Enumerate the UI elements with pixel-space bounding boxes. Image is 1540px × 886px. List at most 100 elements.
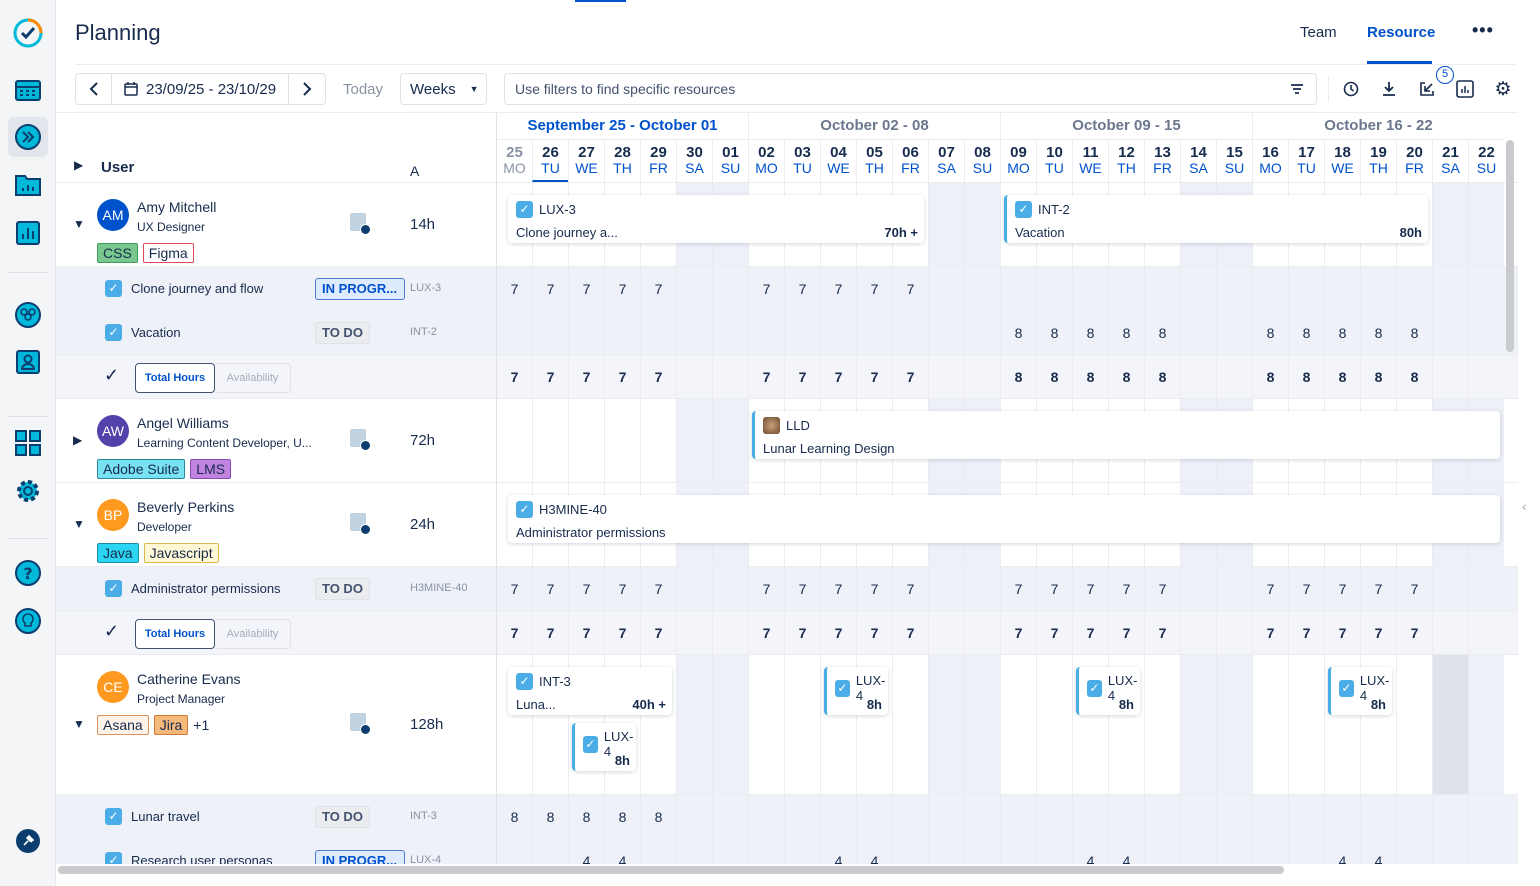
status-badge[interactable]: TO DO bbox=[315, 322, 370, 344]
task-bar[interactable]: ✓ H3MINE-40 Administrator permissions bbox=[508, 495, 1500, 543]
user-name[interactable]: Angel Williams bbox=[137, 415, 229, 431]
day-number: 01 bbox=[722, 144, 739, 161]
task-bar-hours: 8h bbox=[866, 697, 882, 712]
user-name[interactable]: Amy Mitchell bbox=[137, 199, 216, 215]
task-bar[interactable]: ✓ LUX-4 8h bbox=[1076, 667, 1140, 715]
day-cell bbox=[964, 311, 1000, 355]
task-bar[interactable]: ✓ INT-2 Vacation 80h bbox=[1004, 195, 1428, 243]
calendar-blocked-icon[interactable] bbox=[350, 429, 371, 451]
calendar-icon bbox=[124, 82, 138, 96]
availability-toggle[interactable]: Availability bbox=[215, 619, 291, 649]
more-skills[interactable]: +1 bbox=[193, 717, 209, 733]
report-button[interactable] bbox=[1452, 76, 1478, 102]
day-name: TU bbox=[1297, 160, 1316, 176]
calendar-blocked-icon[interactable] bbox=[350, 213, 371, 235]
day-cell bbox=[892, 311, 928, 355]
day-cell bbox=[676, 267, 712, 311]
horizontal-scrollbar[interactable] bbox=[58, 866, 1284, 874]
user-name[interactable]: Catherine Evans bbox=[137, 671, 241, 687]
divider bbox=[8, 538, 48, 539]
day-cell bbox=[1216, 795, 1252, 839]
availability-toggle[interactable]: Availability bbox=[215, 363, 291, 393]
task-title[interactable]: Lunar travel bbox=[131, 809, 200, 824]
day-header: 09 MO bbox=[1000, 139, 1036, 182]
tab-team[interactable]: Team bbox=[1300, 24, 1337, 41]
day-cell bbox=[1180, 839, 1216, 864]
day-cell: 7 bbox=[1252, 567, 1288, 611]
collapse-panel-icon[interactable]: ‹ bbox=[1522, 498, 1527, 514]
day-cell: 7 bbox=[1108, 567, 1144, 611]
history-button[interactable] bbox=[1338, 76, 1364, 102]
status-badge[interactable]: IN PROGR... bbox=[315, 278, 405, 300]
filter-input[interactable]: Use filters to find specific resources bbox=[504, 73, 1317, 105]
day-cell bbox=[640, 311, 676, 355]
import-button[interactable] bbox=[1414, 76, 1440, 102]
day-cell bbox=[1288, 655, 1324, 795]
calendar-blocked-icon[interactable] bbox=[350, 513, 371, 535]
task-checkbox[interactable]: ✓ bbox=[105, 580, 122, 597]
more-horizontal-icon[interactable]: ••• bbox=[1472, 20, 1494, 41]
task-bar[interactable]: ✓ LUX-4 8h bbox=[1328, 667, 1392, 715]
download-button[interactable] bbox=[1376, 76, 1402, 102]
total-hours-toggle[interactable]: Total Hours bbox=[135, 363, 215, 393]
task-bar[interactable]: LLD Lunar Learning Design bbox=[752, 411, 1500, 459]
task-title[interactable]: Research user personas bbox=[131, 853, 273, 864]
today-button[interactable]: Today bbox=[336, 73, 390, 105]
expand-toggle-icon[interactable]: ▼ bbox=[73, 717, 85, 731]
skills: Adobe Suite LMS bbox=[97, 459, 236, 479]
date-range-picker[interactable]: 23/09/25 - 23/10/29 bbox=[112, 74, 289, 104]
user-name[interactable]: Beverly Perkins bbox=[137, 499, 234, 515]
team-icon[interactable] bbox=[8, 295, 48, 335]
task-title[interactable]: Clone journey and flow bbox=[131, 281, 263, 296]
vertical-scrollbar[interactable] bbox=[1506, 140, 1514, 352]
status-badge[interactable]: TO DO bbox=[315, 578, 370, 600]
view-select[interactable]: Weeks ▼ bbox=[400, 73, 487, 105]
day-number: 11 bbox=[1082, 144, 1099, 161]
gear-icon[interactable]: ⚙ bbox=[1490, 76, 1516, 102]
task-checkbox[interactable]: ✓ bbox=[105, 808, 122, 825]
logo-check-icon[interactable] bbox=[8, 13, 48, 53]
day-cell bbox=[1468, 611, 1504, 655]
pin-icon[interactable] bbox=[8, 821, 48, 861]
day-cell bbox=[496, 399, 532, 483]
expand-toggle-icon[interactable]: ▶ bbox=[73, 433, 82, 447]
day-cell: 7 bbox=[568, 355, 604, 399]
task-title[interactable]: Administrator permissions bbox=[131, 581, 281, 596]
status-badge[interactable]: IN PROGR... bbox=[315, 850, 405, 864]
expand-toggle-icon[interactable]: ▼ bbox=[73, 217, 85, 231]
calendar-icon[interactable] bbox=[8, 70, 48, 110]
prev-period-button[interactable] bbox=[76, 74, 112, 104]
day-cell bbox=[1432, 311, 1468, 355]
calendar-blocked-icon[interactable] bbox=[350, 713, 371, 735]
day-name: SA bbox=[685, 160, 704, 176]
task-checkbox[interactable]: ✓ bbox=[105, 280, 122, 297]
forward-icon[interactable] bbox=[8, 117, 48, 157]
day-number: 26 bbox=[542, 144, 559, 161]
task-bar[interactable]: ✓ LUX-3 Clone journey a... 70h + bbox=[508, 195, 924, 243]
gear-icon[interactable] bbox=[8, 471, 48, 511]
task-bar[interactable]: ✓ LUX-4 8h bbox=[824, 667, 888, 715]
task-bar[interactable]: ✓ INT-3 Luna... 40h + bbox=[508, 667, 672, 715]
user-card-icon[interactable] bbox=[8, 342, 48, 382]
folder-chart-icon[interactable] bbox=[8, 165, 48, 205]
task-bar-title: Clone journey a... bbox=[516, 225, 618, 240]
next-period-button[interactable] bbox=[289, 74, 325, 104]
tab-resource[interactable]: Resource bbox=[1367, 24, 1435, 41]
grid-icon[interactable] bbox=[8, 423, 48, 463]
skill-tag: Jira bbox=[153, 715, 189, 735]
task-bar[interactable]: ✓ LUX-4 8h bbox=[572, 723, 636, 771]
divider bbox=[8, 272, 48, 273]
task-checkbox[interactable]: ✓ bbox=[105, 324, 122, 341]
help-icon[interactable]: ? bbox=[8, 553, 48, 593]
day-cell: 7 bbox=[1252, 611, 1288, 655]
expand-all-icon[interactable]: ▶ bbox=[74, 158, 83, 172]
task-checkbox[interactable]: ✓ bbox=[105, 852, 122, 864]
status-badge[interactable]: TO DO bbox=[315, 806, 370, 828]
day-number: 17 bbox=[1298, 144, 1315, 161]
lightbulb-icon[interactable] bbox=[8, 601, 48, 641]
task-title[interactable]: Vacation bbox=[131, 325, 181, 340]
task-key: H3MINE-40 bbox=[410, 582, 468, 594]
total-hours-toggle[interactable]: Total Hours bbox=[135, 619, 215, 649]
expand-toggle-icon[interactable]: ▼ bbox=[73, 517, 85, 531]
bar-chart-icon[interactable] bbox=[8, 213, 48, 253]
